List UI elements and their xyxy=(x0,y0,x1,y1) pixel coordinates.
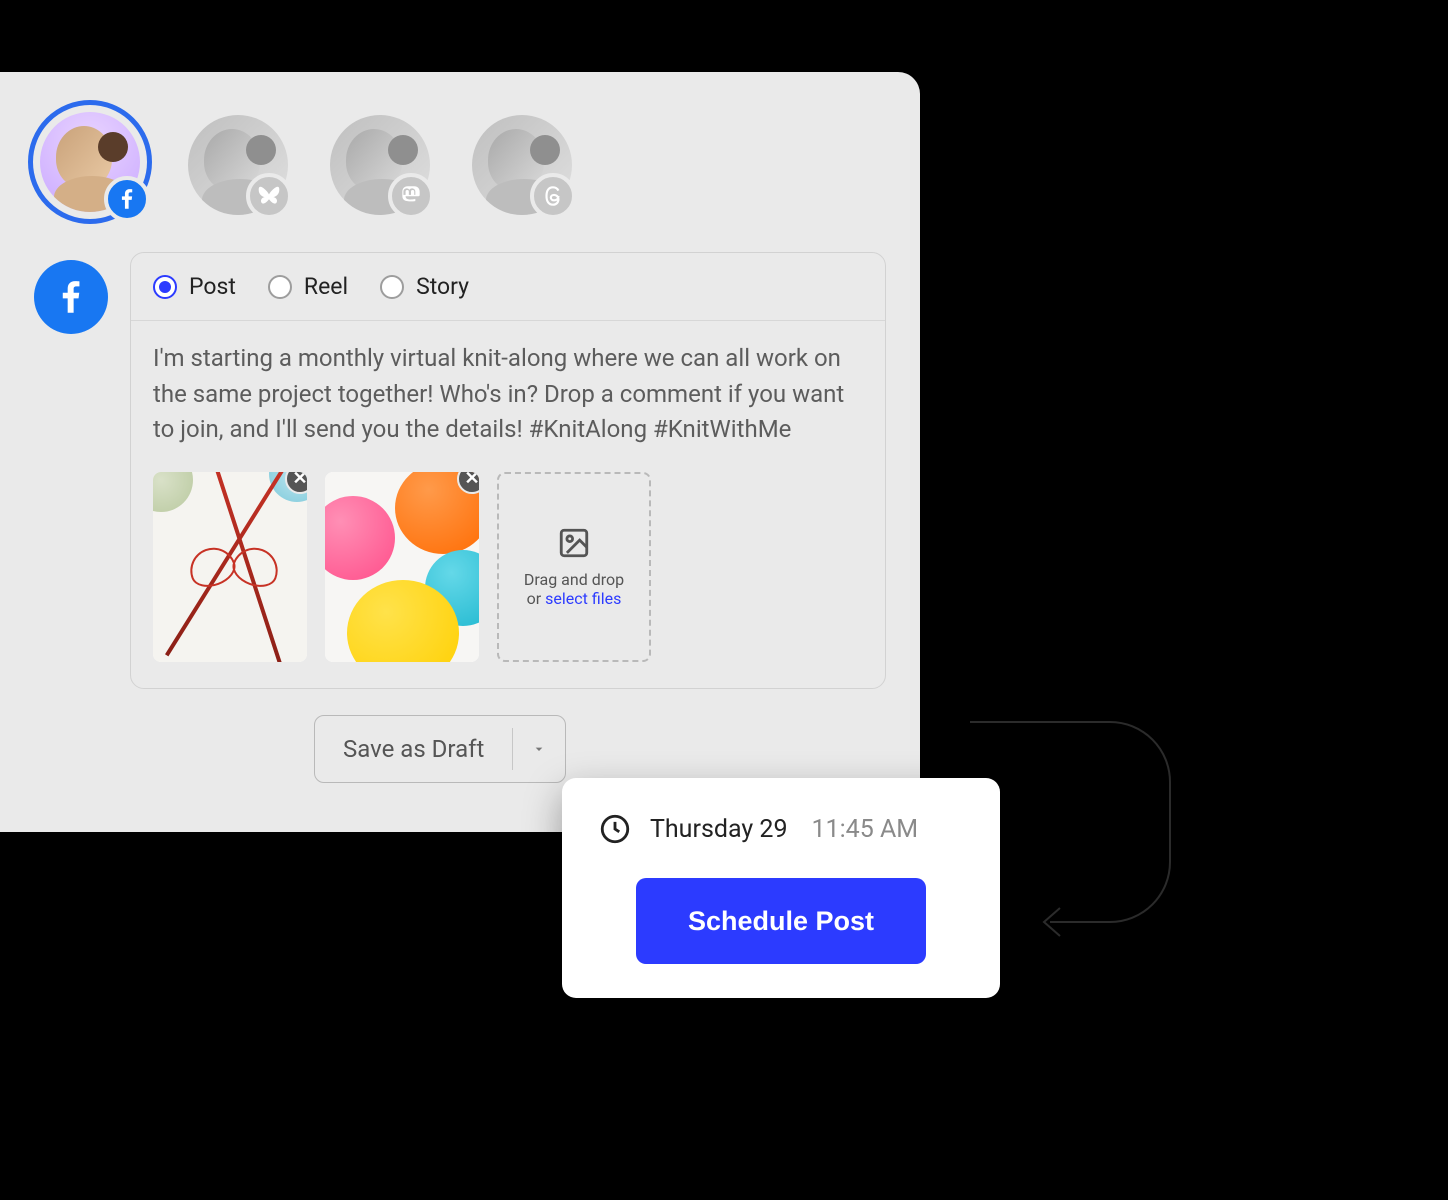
radio-post-label: Post xyxy=(189,273,236,300)
schedule-card: Thursday 29 11:45 AM Schedule Post xyxy=(562,778,1000,998)
select-files-link[interactable]: select files xyxy=(545,589,621,608)
composer-panel: Post Reel Story I'm starting a monthly v… xyxy=(0,72,920,832)
schedule-time[interactable]: 11:45 AM xyxy=(812,815,919,844)
schedule-post-button[interactable]: Schedule Post xyxy=(636,878,926,964)
post-type-tabs: Post Reel Story xyxy=(131,253,885,321)
post-text-input[interactable]: I'm starting a monthly virtual knit-alon… xyxy=(153,341,863,448)
account-mastodon[interactable] xyxy=(330,115,430,215)
account-threads[interactable] xyxy=(472,115,572,215)
save-draft-label: Save as Draft xyxy=(315,716,512,782)
media-dropzone[interactable]: Drag and drop or select files xyxy=(497,472,651,662)
account-bluesky[interactable] xyxy=(188,115,288,215)
composer-card: Post Reel Story I'm starting a monthly v… xyxy=(130,252,886,689)
channel-facebook-icon xyxy=(34,260,108,334)
accounts-row xyxy=(34,112,886,218)
save-draft-button[interactable]: Save as Draft xyxy=(314,715,566,783)
schedule-date[interactable]: Thursday 29 xyxy=(650,815,788,844)
radio-story-label: Story xyxy=(416,273,469,300)
chevron-down-icon xyxy=(531,741,547,757)
clock-icon xyxy=(598,812,632,846)
attachment-2[interactable]: ✕ xyxy=(325,472,479,662)
bluesky-icon xyxy=(246,173,292,219)
radio-reel-label: Reel xyxy=(304,273,348,300)
dropzone-line2-prefix: or xyxy=(527,589,546,608)
image-icon xyxy=(557,526,591,560)
save-draft-caret[interactable] xyxy=(513,716,565,782)
threads-icon xyxy=(530,173,576,219)
facebook-icon xyxy=(104,176,150,222)
radio-reel[interactable]: Reel xyxy=(268,273,348,300)
composer-row: Post Reel Story I'm starting a monthly v… xyxy=(34,252,886,689)
media-row: ✕ ✕ Drag and drop or select files xyxy=(153,472,863,662)
mastodon-icon xyxy=(388,173,434,219)
radio-post[interactable]: Post xyxy=(153,273,236,300)
radio-story[interactable]: Story xyxy=(380,273,469,300)
dropzone-line1: Drag and drop xyxy=(524,570,624,589)
attachment-1[interactable]: ✕ xyxy=(153,472,307,662)
account-facebook[interactable] xyxy=(34,106,146,218)
